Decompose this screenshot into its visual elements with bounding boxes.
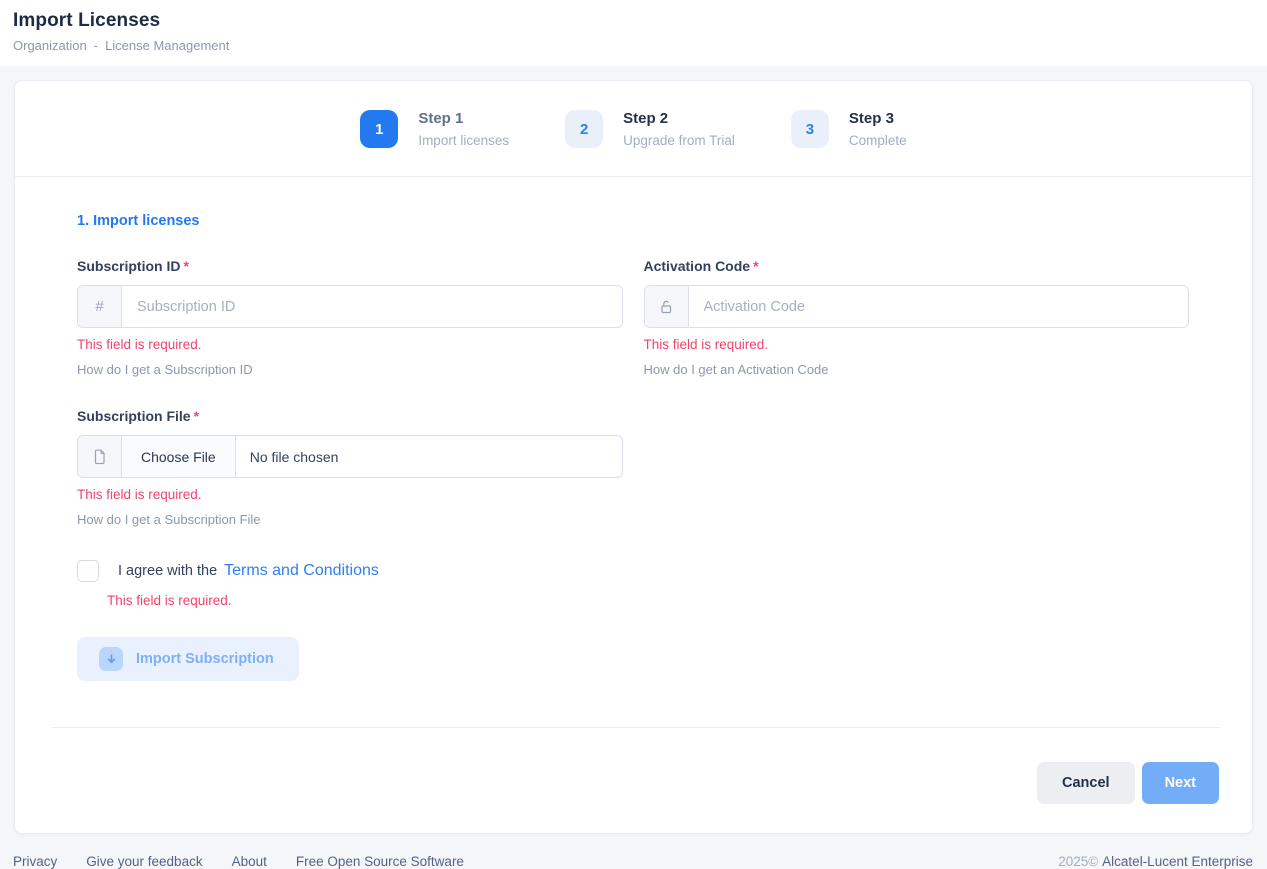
subscription-id-input-group: # bbox=[77, 285, 623, 328]
step-3-title: Step 3 bbox=[849, 110, 907, 127]
page-footer: Privacy Give your feedback About Free Op… bbox=[0, 834, 1267, 869]
footer-links: Privacy Give your feedback About Free Op… bbox=[13, 854, 464, 869]
step-1-subtitle: Import licenses bbox=[418, 133, 509, 148]
activation-code-input[interactable] bbox=[689, 286, 1189, 327]
activation-code-error: This field is required. bbox=[644, 337, 1190, 352]
subscription-file-error: This field is required. bbox=[77, 487, 623, 502]
activation-code-help-link[interactable]: How do I get an Activation Code bbox=[644, 362, 829, 377]
subscription-id-input[interactable] bbox=[122, 286, 622, 327]
import-subscription-label: Import Subscription bbox=[136, 651, 274, 667]
subscription-id-help-link[interactable]: How do I get a Subscription ID bbox=[77, 362, 253, 377]
required-asterisk: * bbox=[194, 408, 199, 424]
choose-file-button[interactable]: Choose File bbox=[122, 436, 236, 477]
footer-link-about[interactable]: About bbox=[232, 854, 267, 869]
subscription-file-help-link[interactable]: How do I get a Subscription File bbox=[77, 512, 261, 527]
copyright-owner: Alcatel-Lucent Enterprise bbox=[1102, 854, 1253, 869]
next-button[interactable]: Next bbox=[1142, 762, 1219, 804]
copyright-year: 2025© bbox=[1058, 854, 1098, 869]
empty-column-spacer bbox=[644, 408, 1190, 529]
subscription-id-field-group: Subscription ID* # This field is require… bbox=[77, 258, 623, 379]
terms-and-conditions-link[interactable]: Terms and Conditions bbox=[224, 562, 379, 580]
step-2-badge: 2 bbox=[565, 110, 603, 148]
file-name-text: No file chosen bbox=[236, 436, 353, 477]
terms-agreement-row: I agree with the Terms and Conditions bbox=[77, 560, 1189, 582]
copyright: 2025© Alcatel-Lucent Enterprise bbox=[1058, 854, 1253, 869]
subscription-file-field-group: Subscription File* Choose File No file c… bbox=[77, 408, 623, 529]
import-licenses-form: 1. Import licenses Subscription ID* # Th… bbox=[15, 177, 1252, 681]
required-asterisk: * bbox=[753, 258, 758, 274]
subscription-file-label: Subscription File* bbox=[77, 408, 623, 424]
required-asterisk: * bbox=[183, 258, 188, 274]
activation-code-field-group: Activation Code* This field is required.… bbox=[644, 258, 1190, 379]
stepper-step-1[interactable]: 1 Step 1 Import licenses bbox=[360, 110, 509, 148]
breadcrumb-item-license-management[interactable]: License Management bbox=[105, 38, 229, 53]
step-2-subtitle: Upgrade from Trial bbox=[623, 133, 735, 148]
footer-link-feedback[interactable]: Give your feedback bbox=[86, 854, 202, 869]
footer-link-privacy[interactable]: Privacy bbox=[13, 854, 57, 869]
breadcrumb: Organization - License Management bbox=[13, 38, 1251, 53]
import-licenses-card: 1 Step 1 Import licenses 2 Step 2 Upgrad… bbox=[14, 80, 1253, 834]
wizard-actions: Cancel Next bbox=[15, 728, 1252, 833]
step-1-title: Step 1 bbox=[418, 110, 509, 127]
step-3-badge: 3 bbox=[791, 110, 829, 148]
hash-icon: # bbox=[78, 286, 122, 327]
page-title: Import Licenses bbox=[13, 10, 1251, 32]
terms-agreement-error: This field is required. bbox=[107, 593, 1189, 608]
breadcrumb-item-organization[interactable]: Organization bbox=[13, 38, 87, 53]
wizard-stepper: 1 Step 1 Import licenses 2 Step 2 Upgrad… bbox=[15, 81, 1252, 177]
download-icon bbox=[99, 647, 123, 671]
step-2-title: Step 2 bbox=[623, 110, 735, 127]
subscription-file-input-group: Choose File No file chosen bbox=[77, 435, 623, 478]
page-header: Import Licenses Organization - License M… bbox=[0, 0, 1267, 66]
cancel-button[interactable]: Cancel bbox=[1037, 762, 1135, 804]
footer-link-foss[interactable]: Free Open Source Software bbox=[296, 854, 464, 869]
step-3-subtitle: Complete bbox=[849, 133, 907, 148]
terms-checkbox[interactable] bbox=[77, 560, 99, 582]
stepper-step-2[interactable]: 2 Step 2 Upgrade from Trial bbox=[565, 110, 735, 148]
unlock-icon bbox=[645, 286, 689, 327]
breadcrumb-separator: - bbox=[94, 38, 98, 53]
activation-code-input-group bbox=[644, 285, 1190, 328]
terms-agreement-text: I agree with the bbox=[118, 563, 217, 579]
stepper-step-3[interactable]: 3 Step 3 Complete bbox=[791, 110, 907, 148]
section-title: 1. Import licenses bbox=[77, 213, 1189, 229]
subscription-id-error: This field is required. bbox=[77, 337, 623, 352]
subscription-id-label: Subscription ID* bbox=[77, 258, 623, 274]
import-subscription-button[interactable]: Import Subscription bbox=[77, 637, 299, 681]
file-icon bbox=[78, 436, 122, 477]
activation-code-label: Activation Code* bbox=[644, 258, 1190, 274]
step-1-badge: 1 bbox=[360, 110, 398, 148]
